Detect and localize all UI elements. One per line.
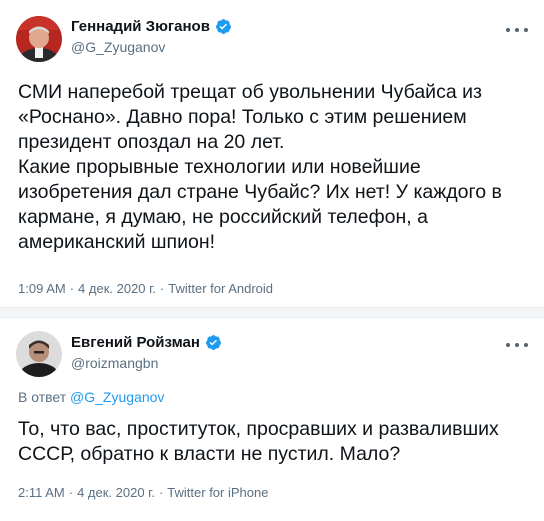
tweet-zyuganov[interactable]: Геннадий Зюганов @G_Zyuganov СМИ напереб… <box>0 0 544 308</box>
tweet-client[interactable]: Twitter for iPhone <box>167 485 268 500</box>
author-name[interactable]: Геннадий Зюганов <box>71 18 232 35</box>
author-name-text[interactable]: Евгений Ройзман <box>71 334 200 351</box>
tweet-time[interactable]: 1:09 AM <box>18 281 66 296</box>
verified-badge-icon <box>215 19 231 34</box>
more-dots-icon[interactable] <box>506 25 528 35</box>
more-dots-icon[interactable] <box>506 340 528 350</box>
avatar-zyuganov[interactable] <box>16 16 62 62</box>
tweet-client[interactable]: Twitter for Android <box>168 281 273 296</box>
author-name[interactable]: Евгений Ройзман <box>71 334 222 351</box>
author-name-text[interactable]: Геннадий Зюганов <box>71 18 210 35</box>
author-handle[interactable]: @roizmangbn <box>71 355 158 371</box>
author-handle[interactable]: @G_Zyuganov <box>71 39 165 55</box>
avatar-roizman[interactable] <box>16 331 62 377</box>
tweet-meta: 2:11 AM · 4 дек. 2020 г. · Twitter for iPhon… <box>18 485 268 500</box>
tweet-date[interactable]: 4 дек. 2020 г. <box>78 281 156 296</box>
tweet-roizman[interactable]: Евгений Ройзман @roizmangbn В ответ @G_Z… <box>0 317 544 521</box>
reply-context: В ответ @G_Zyuganov <box>18 389 164 405</box>
tweet-text: СМИ наперебой трещат об увольнении Чубай… <box>18 81 502 253</box>
meta-separator: · <box>69 281 75 296</box>
tweet-date[interactable]: 4 дек. 2020 г. <box>77 485 155 500</box>
reply-prefix: В ответ <box>18 389 67 405</box>
verified-badge-icon <box>205 335 221 350</box>
tweet-meta: 1:09 AM · 4 дек. 2020 г. · Twitter for Andro… <box>18 281 273 296</box>
meta-separator: · <box>159 281 165 296</box>
meta-separator: · <box>158 485 164 500</box>
tweet-time[interactable]: 2:11 AM <box>18 485 65 500</box>
reply-to-link[interactable]: @G_Zyuganov <box>70 389 164 405</box>
tweet-divider <box>0 308 544 317</box>
meta-separator: · <box>68 485 74 500</box>
tweet-text: То, что вас, проституток, просравших и р… <box>18 418 499 465</box>
